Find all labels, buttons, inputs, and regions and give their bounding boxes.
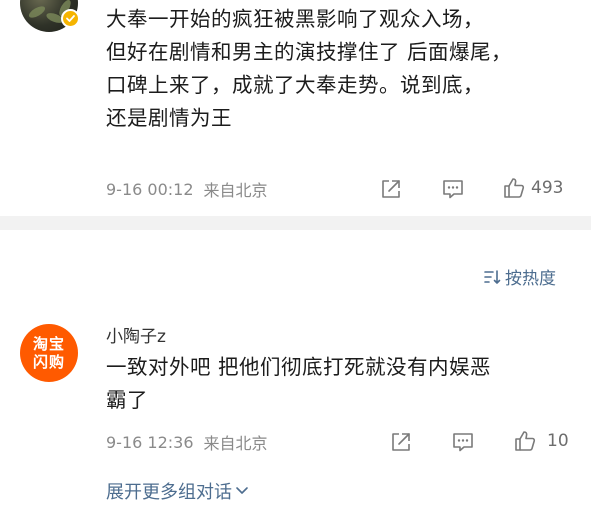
share-icon[interactable] bbox=[390, 431, 412, 453]
like-count: 493 bbox=[531, 178, 564, 198]
verified-badge-icon bbox=[61, 9, 80, 28]
comment-line: 但好在剧情和男主的演技撑住了 后面爆尾， bbox=[106, 40, 513, 64]
section-divider bbox=[0, 216, 591, 230]
comment-icon[interactable] bbox=[452, 431, 474, 453]
avatar[interactable]: 淘宝 闪购 bbox=[20, 324, 78, 382]
comment-meta: 9-16 12:36 来自北京 bbox=[106, 430, 268, 454]
comment-line: 口碑上来了，成就了大奉走势。说到底， bbox=[106, 73, 484, 97]
comment-line: 大奉一开始的疯狂被黑影响了观众入场， bbox=[106, 7, 484, 31]
share-icon[interactable] bbox=[380, 178, 402, 200]
thumbs-up-icon[interactable] bbox=[502, 176, 526, 200]
avatar-text: 淘宝 bbox=[32, 335, 65, 353]
comment-time: 9-16 00:12 bbox=[106, 179, 194, 199]
comment-location: 来自北京 bbox=[203, 434, 268, 453]
like-count: 10 bbox=[547, 431, 569, 451]
comment-icon[interactable] bbox=[442, 178, 464, 200]
thumbs-up-icon[interactable] bbox=[513, 429, 537, 453]
expand-more-replies-link[interactable]: 展开更多组对话 bbox=[106, 478, 249, 504]
comment-line: 霸了 bbox=[106, 388, 148, 412]
chevron-down-icon bbox=[236, 487, 248, 494]
sort-by-hot-button[interactable]: 按热度 bbox=[484, 264, 556, 289]
comment-item: 大奉一开始的疯狂被黑影响了观众入场， 但好在剧情和男主的演技撑住了 后面爆尾， … bbox=[0, 0, 591, 216]
avatar-text: 闪购 bbox=[32, 353, 65, 371]
comment-line: 一致对外吧 把他们彻底打死就没有内娱恶 bbox=[106, 355, 492, 379]
sort-label: 按热度 bbox=[505, 269, 556, 289]
comment-text: 大奉一开始的疯狂被黑影响了观众入场， 但好在剧情和男主的演技撑住了 后面爆尾， … bbox=[106, 3, 576, 135]
comment-location: 来自北京 bbox=[203, 181, 268, 200]
sort-icon bbox=[484, 269, 501, 284]
comment-time: 9-16 12:36 bbox=[106, 432, 194, 452]
username[interactable]: 小陶子z bbox=[106, 322, 166, 347]
comment-text: 一致对外吧 把他们彻底打死就没有内娱恶 霸了 bbox=[106, 351, 576, 417]
comment-meta: 9-16 00:12 来自北京 bbox=[106, 177, 268, 201]
expand-label: 展开更多组对话 bbox=[106, 482, 232, 503]
comment-line: 还是剧情为王 bbox=[106, 106, 232, 130]
